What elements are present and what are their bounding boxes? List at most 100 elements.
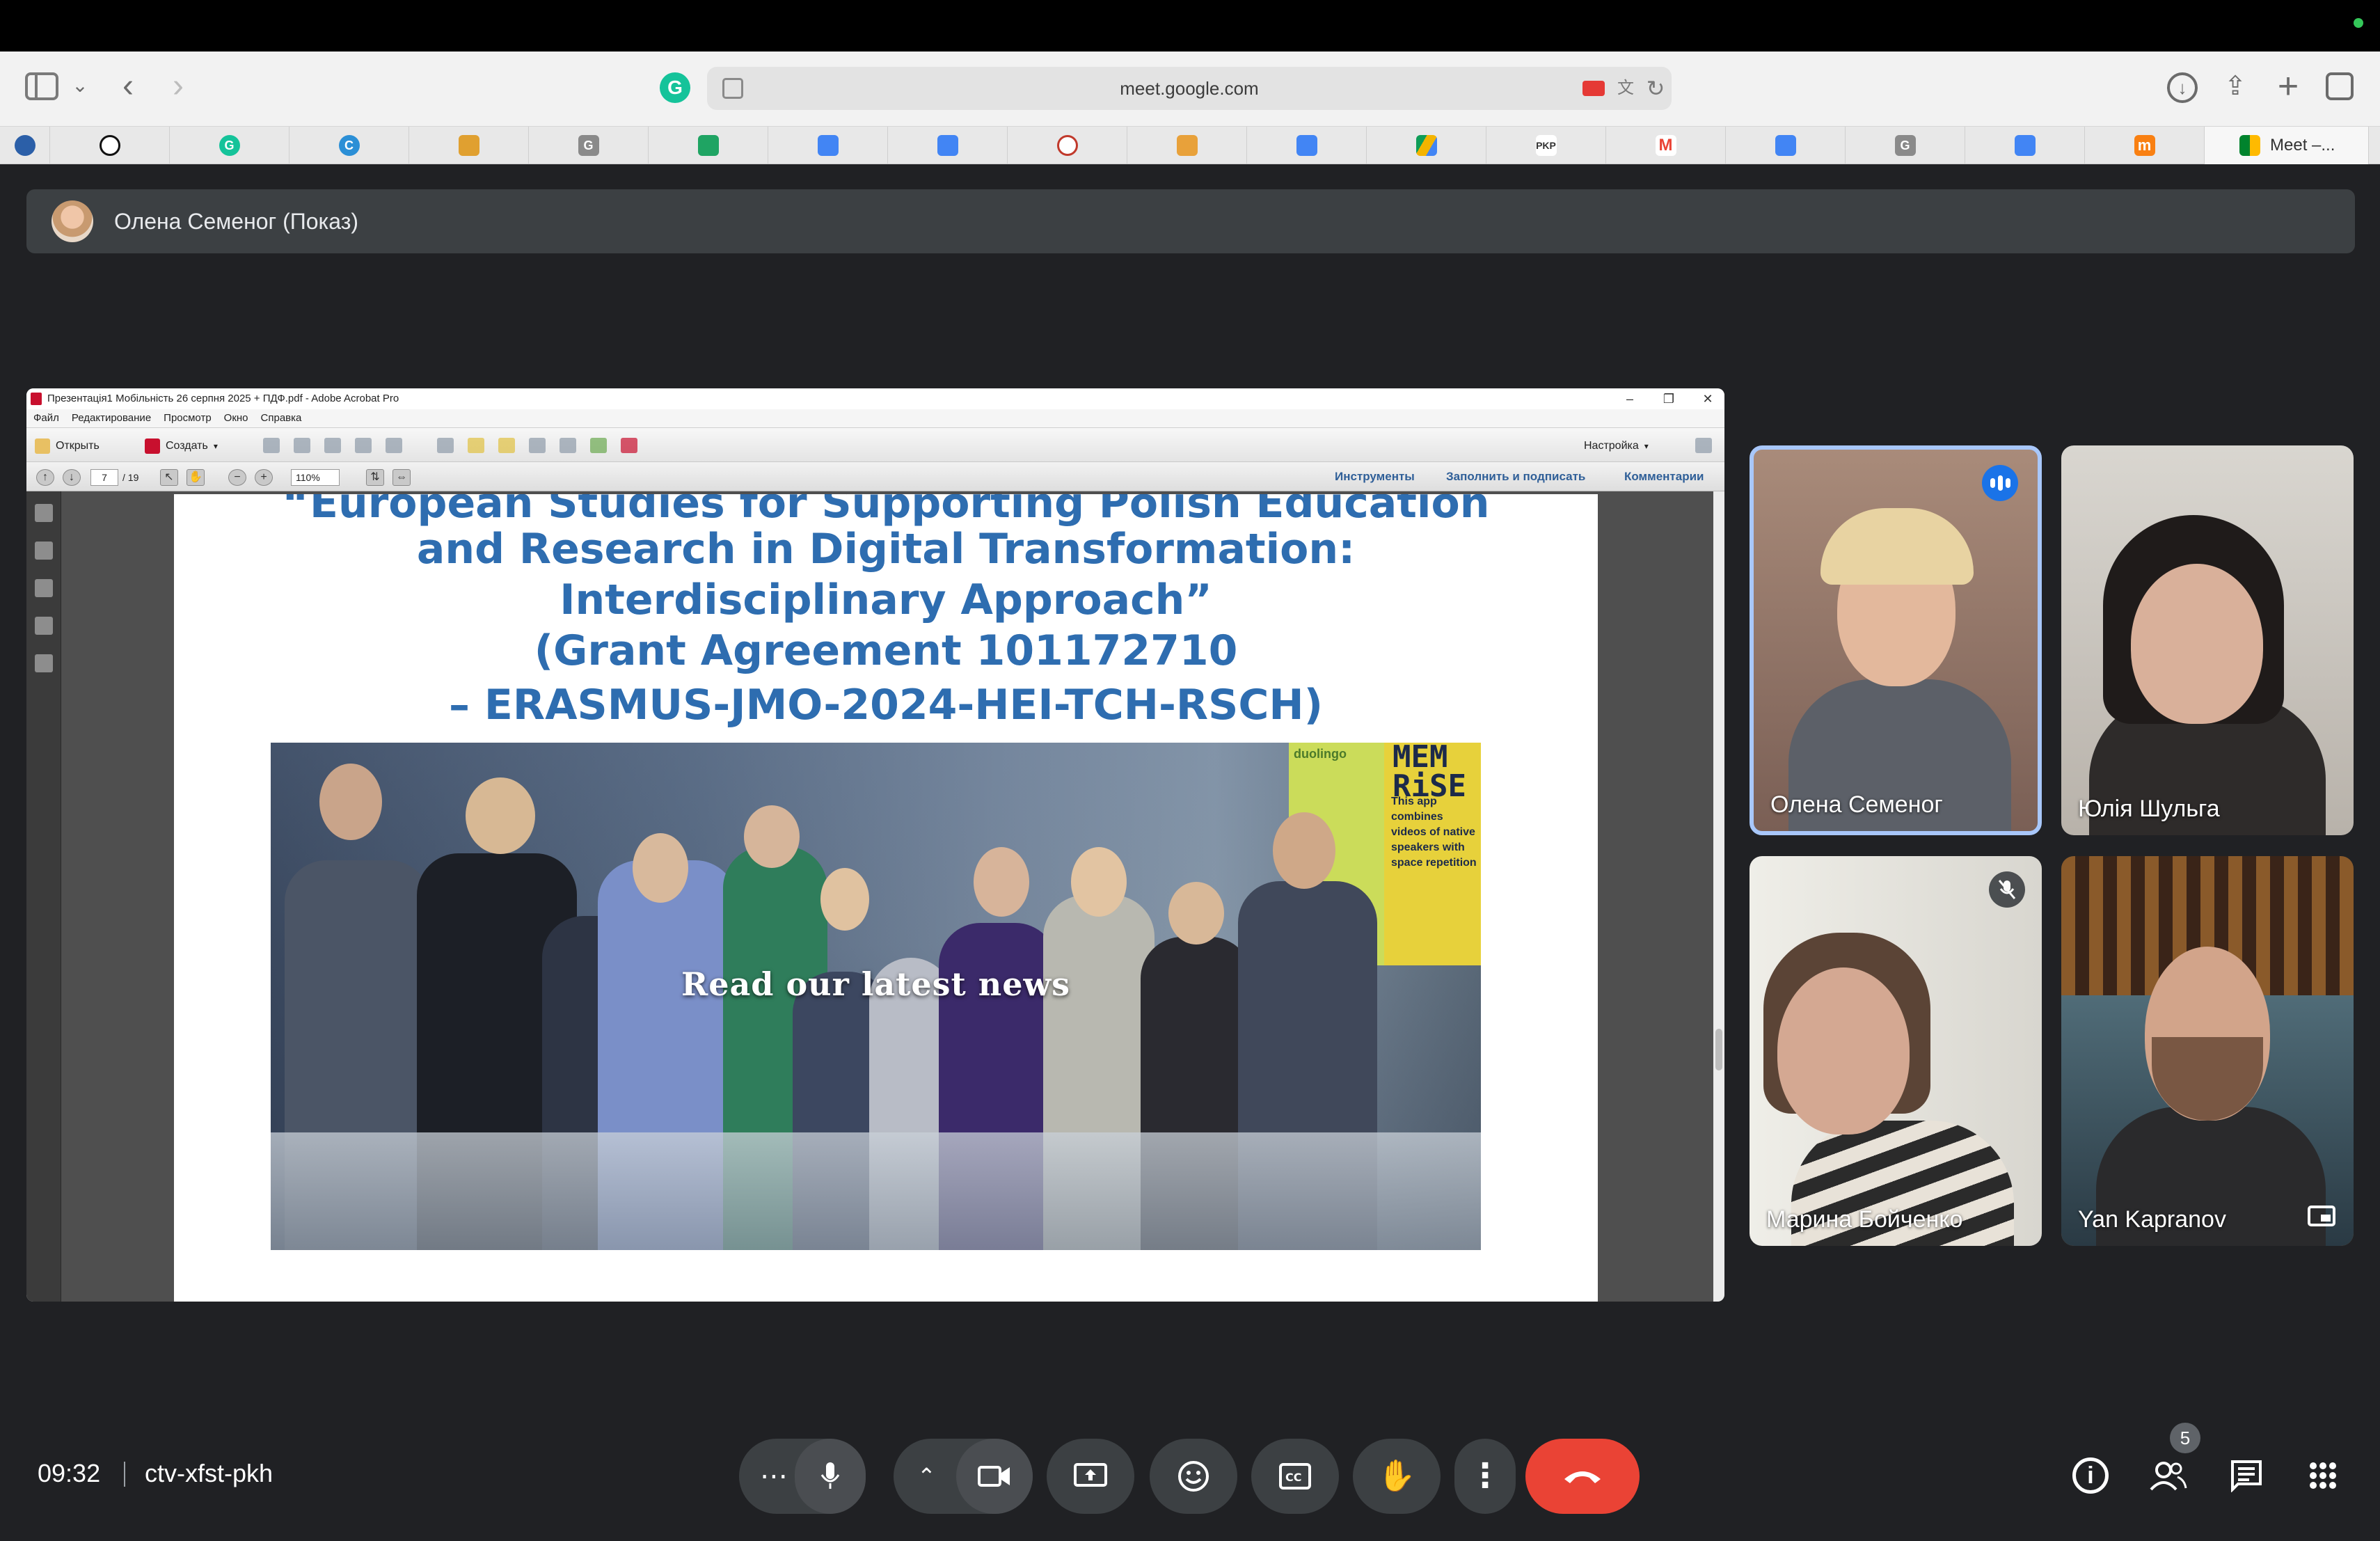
tab[interactable] [1008,127,1127,164]
sign-icon[interactable] [621,438,637,453]
cloud-icon[interactable] [294,438,310,453]
tab[interactable]: C [289,127,409,164]
menu-window[interactable]: Окно [224,409,248,427]
grammarly-extension-icon[interactable]: G [660,72,690,103]
address-bar[interactable]: meet.google.com 文 ↻ [707,67,1672,110]
comments-pane-link[interactable]: Комментарии [1624,462,1704,491]
raise-hand-button[interactable]: ✋ [1353,1439,1441,1514]
fit-page-icon[interactable]: ⇅ [366,469,384,486]
reload-icon[interactable]: ↻ [1645,77,1666,100]
tab[interactable]: G [529,127,649,164]
tab[interactable] [649,127,768,164]
scrollbar[interactable] [1713,491,1724,1302]
tab[interactable] [1726,127,1846,164]
participant-tile[interactable]: Олена Семеног [1750,445,2042,835]
translate-icon[interactable]: 文 [1613,78,1638,99]
tools-pane-link[interactable]: Инструменты [1335,462,1415,491]
sidebar-toggle-icon[interactable] [25,72,58,100]
create-button[interactable]: Создать ▾ [145,436,218,456]
reactions-button[interactable] [1150,1439,1237,1514]
camera-in-use-icon[interactable] [1582,81,1605,96]
thumbnails-icon[interactable] [35,504,53,522]
tab[interactable] [50,127,170,164]
tab[interactable] [1247,127,1367,164]
print-icon[interactable] [324,438,341,453]
zoom-in-icon[interactable]: + [255,469,273,486]
downloads-icon[interactable]: ↓ [2167,72,2198,103]
chat-icon[interactable] [2226,1455,2267,1496]
stamp-icon[interactable] [529,438,546,453]
share-icon[interactable]: ⇪ [2220,68,2251,104]
camera-button[interactable] [956,1439,1033,1514]
export-icon[interactable] [590,438,607,453]
participant-tile[interactable]: Марина Бойченко [1750,856,2042,1246]
prev-page-icon[interactable]: ↑ [36,469,54,486]
page-number-input[interactable]: 7 [90,469,118,486]
save-icon[interactable] [263,438,280,453]
new-tab-icon[interactable]: + [2273,68,2303,104]
tab[interactable] [1367,127,1486,164]
tab[interactable] [888,127,1008,164]
settings-icon[interactable] [437,438,454,453]
participant-tile[interactable]: Юлія Шульга [2061,445,2354,835]
more-options-button[interactable]: ⋮ [1454,1439,1516,1514]
tab[interactable] [0,127,50,164]
select-tool-icon[interactable]: ↖ [160,469,178,486]
attach-icon[interactable] [560,438,576,453]
menu-file[interactable]: Файл [33,409,59,427]
url-text[interactable]: meet.google.com [707,67,1672,110]
fullscreen-icon[interactable] [1695,438,1712,453]
zoom-select[interactable]: 110% [291,469,340,486]
minimize-button[interactable]: – [1610,388,1649,409]
tab[interactable] [1127,127,1247,164]
layers-icon[interactable] [35,617,53,635]
menu-view[interactable]: Просмотр [164,409,212,427]
customize-dropdown[interactable]: Настройка ▾ [1584,436,1649,456]
zoom-out-icon[interactable]: − [228,469,246,486]
tab[interactable]: M [1606,127,1726,164]
fill-sign-pane-link[interactable]: Заполнить и подписать [1446,462,1585,491]
hand-tool-icon[interactable]: ✋ [187,469,205,486]
tab[interactable]: m [2085,127,2205,164]
picture-in-picture-icon[interactable] [2308,1206,2335,1226]
participant-tile[interactable]: Yan Kapranov [2061,856,2354,1246]
attachments-icon[interactable] [35,579,53,597]
microphone-button[interactable] [795,1439,866,1514]
menu-edit[interactable]: Редактирование [72,409,151,427]
chevron-up-icon[interactable]: ⌃ [917,1465,936,1487]
open-button[interactable]: Открыть [35,436,100,456]
acrobat-icon [31,393,42,405]
participant-name: Марина Бойченко [1766,1206,1963,1233]
activities-icon[interactable] [2302,1455,2344,1496]
menu-help[interactable]: Справка [261,409,302,427]
edit-icon[interactable] [355,438,372,453]
signatures-icon[interactable] [35,654,53,672]
more-audio-options-icon[interactable]: ⋯ [760,1462,788,1490]
restore-button[interactable]: ❐ [1649,388,1688,409]
tab[interactable]: G [1846,127,1965,164]
tab[interactable] [409,127,529,164]
scrollbar-thumb[interactable] [1715,1029,1722,1070]
forward-button[interactable]: › [164,70,192,103]
tab[interactable]: G [170,127,289,164]
email-icon[interactable] [386,438,402,453]
fit-width-icon[interactable]: ⇔ [392,469,411,486]
close-button[interactable]: ✕ [1688,388,1724,409]
next-page-icon[interactable]: ↓ [63,469,81,486]
captions-button[interactable]: CC [1251,1439,1339,1514]
bookmarks-icon[interactable] [35,542,53,560]
tab[interactable] [1965,127,2085,164]
chevron-down-icon[interactable]: ⌄ [70,75,90,96]
highlight-icon[interactable] [498,438,515,453]
leave-call-button[interactable] [1525,1439,1640,1514]
tab-overview-icon[interactable] [2326,72,2354,100]
tab[interactable]: PKP [1486,127,1606,164]
tab-meet[interactable]: Meet –... [2205,127,2369,164]
people-icon[interactable] [2148,1455,2189,1496]
back-button[interactable]: ‹ [114,70,142,103]
meeting-details-icon[interactable]: i [2072,1457,2109,1494]
present-button[interactable] [1047,1439,1134,1514]
tab[interactable] [768,127,888,164]
folder-icon [35,438,50,454]
comment-icon[interactable] [468,438,484,453]
